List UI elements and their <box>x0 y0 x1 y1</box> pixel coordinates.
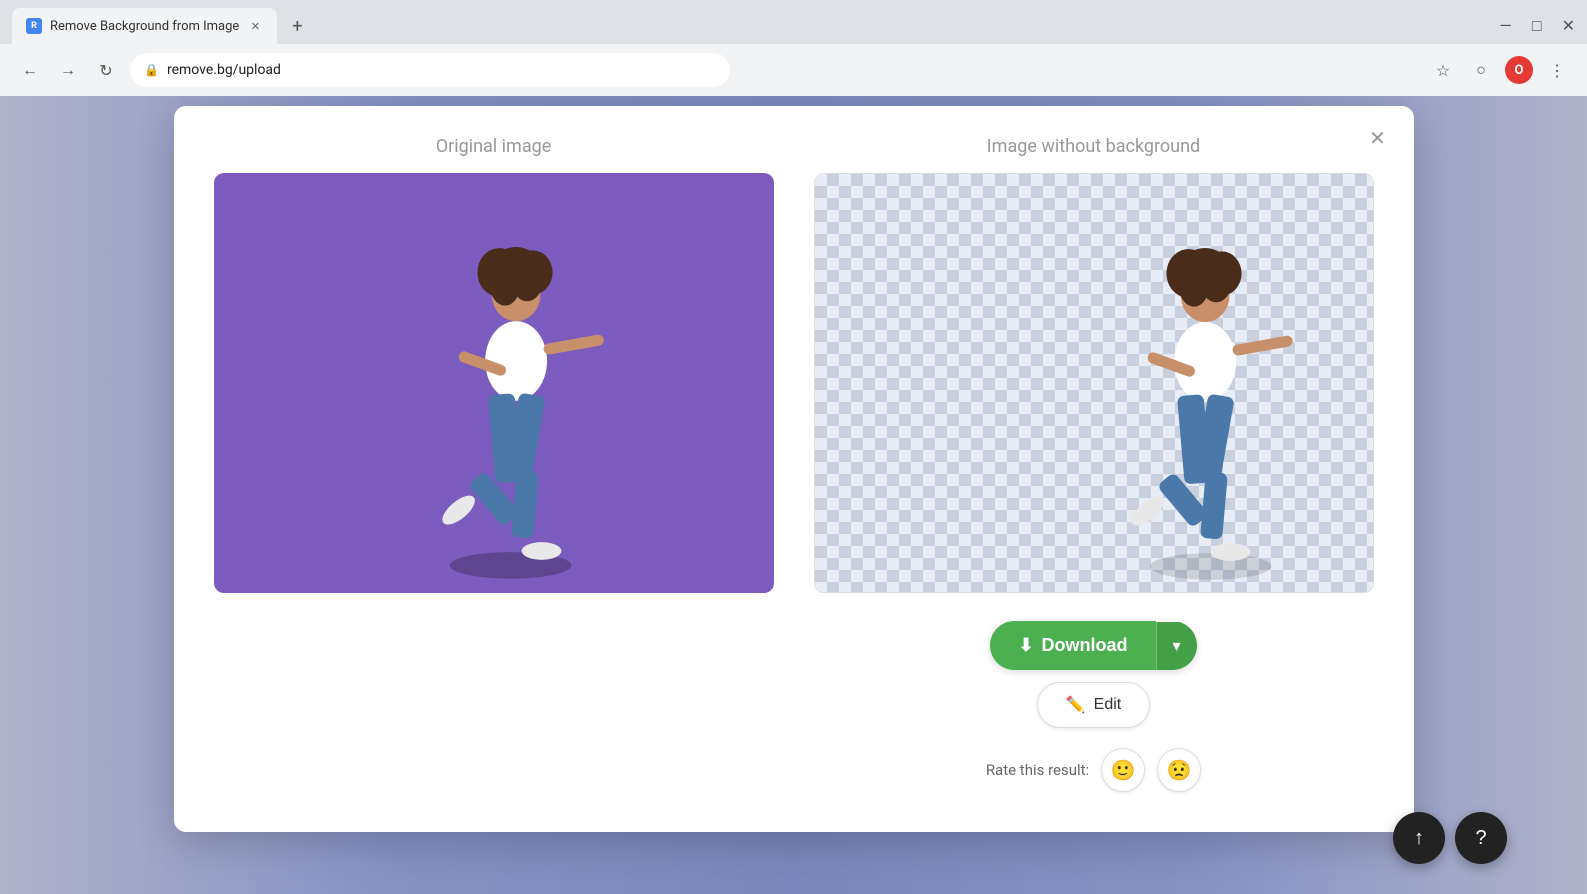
window-controls: — □ ✕ <box>1499 18 1575 34</box>
original-person-svg <box>304 173 684 593</box>
rate-happy-button[interactable]: 🙂 <box>1101 748 1145 792</box>
download-dropdown-button[interactable]: ▾ <box>1156 622 1197 670</box>
tab-title: Remove Background from Image <box>50 19 239 34</box>
modal-overlay: ✕ Original image <box>0 96 1587 894</box>
tab-close-button[interactable]: ✕ <box>247 18 263 34</box>
modal-columns: Original image <box>214 136 1374 792</box>
bookmark-button[interactable]: ☆ <box>1429 56 1457 84</box>
sad-icon: 😟 <box>1167 758 1192 783</box>
webpage: ✕ Original image <box>0 96 1587 894</box>
reload-button[interactable]: ↻ <box>92 56 120 84</box>
rate-sad-button[interactable]: 😟 <box>1157 748 1201 792</box>
processed-image <box>814 173 1374 593</box>
result-modal: ✕ Original image <box>174 106 1414 832</box>
rate-section: Rate this result: 🙂 😟 <box>986 748 1201 792</box>
upload-float-button[interactable]: ↑ <box>1393 812 1445 864</box>
new-tab-button[interactable]: + <box>283 12 311 40</box>
tab-favicon: R <box>26 18 42 34</box>
download-button-group: ⬇ Download ▾ <box>990 621 1196 670</box>
menu-button[interactable]: ⋮ <box>1543 56 1571 84</box>
help-float-button[interactable]: ? <box>1455 812 1507 864</box>
action-buttons: ⬇ Download ▾ ✏️ Edit Rate t <box>814 621 1374 792</box>
processed-label: Image without background <box>814 136 1374 157</box>
original-label: Original image <box>214 136 774 157</box>
rate-label: Rate this result: <box>986 761 1089 779</box>
download-main-button[interactable]: ⬇ Download <box>990 621 1155 670</box>
original-image <box>214 173 774 593</box>
url-text: remove.bg/upload <box>167 62 281 78</box>
maximize-button[interactable]: □ <box>1532 18 1542 34</box>
minimize-button[interactable]: — <box>1499 18 1512 34</box>
account-circle-icon[interactable]: ○ <box>1467 56 1495 84</box>
title-bar: R Remove Background from Image ✕ + — □ ✕ <box>0 0 1587 44</box>
browser-actions: ☆ ○ O ⋮ <box>1429 56 1571 84</box>
happy-icon: 🙂 <box>1111 758 1136 783</box>
address-bar: ← → ↻ 🔒 remove.bg/upload ☆ ○ O ⋮ <box>0 44 1587 96</box>
close-button[interactable]: ✕ <box>1562 18 1575 34</box>
forward-button[interactable]: → <box>54 56 82 84</box>
processed-column: Image without background <box>814 136 1374 792</box>
download-icon: ⬇ <box>1018 635 1033 656</box>
edit-button[interactable]: ✏️ Edit <box>1037 682 1151 728</box>
url-bar[interactable]: 🔒 remove.bg/upload <box>130 53 730 87</box>
edit-icon: ✏️ <box>1066 695 1086 715</box>
modal-close-button[interactable]: ✕ <box>1364 124 1392 152</box>
browser-tab[interactable]: R Remove Background from Image ✕ <box>12 8 277 44</box>
dropdown-icon: ▾ <box>1173 636 1181 656</box>
help-icon: ? <box>1475 827 1486 850</box>
profile-button[interactable]: O <box>1505 56 1533 84</box>
back-button[interactable]: ← <box>16 56 44 84</box>
processed-person-svg <box>993 174 1373 593</box>
floating-buttons: ↑ ? <box>1393 812 1507 864</box>
upload-icon: ↑ <box>1414 827 1424 850</box>
edit-label: Edit <box>1094 696 1122 714</box>
lock-icon: 🔒 <box>144 63 159 77</box>
original-column: Original image <box>214 136 774 593</box>
download-label: Download <box>1042 635 1128 656</box>
browser-chrome: R Remove Background from Image ✕ + — □ ✕… <box>0 0 1587 96</box>
